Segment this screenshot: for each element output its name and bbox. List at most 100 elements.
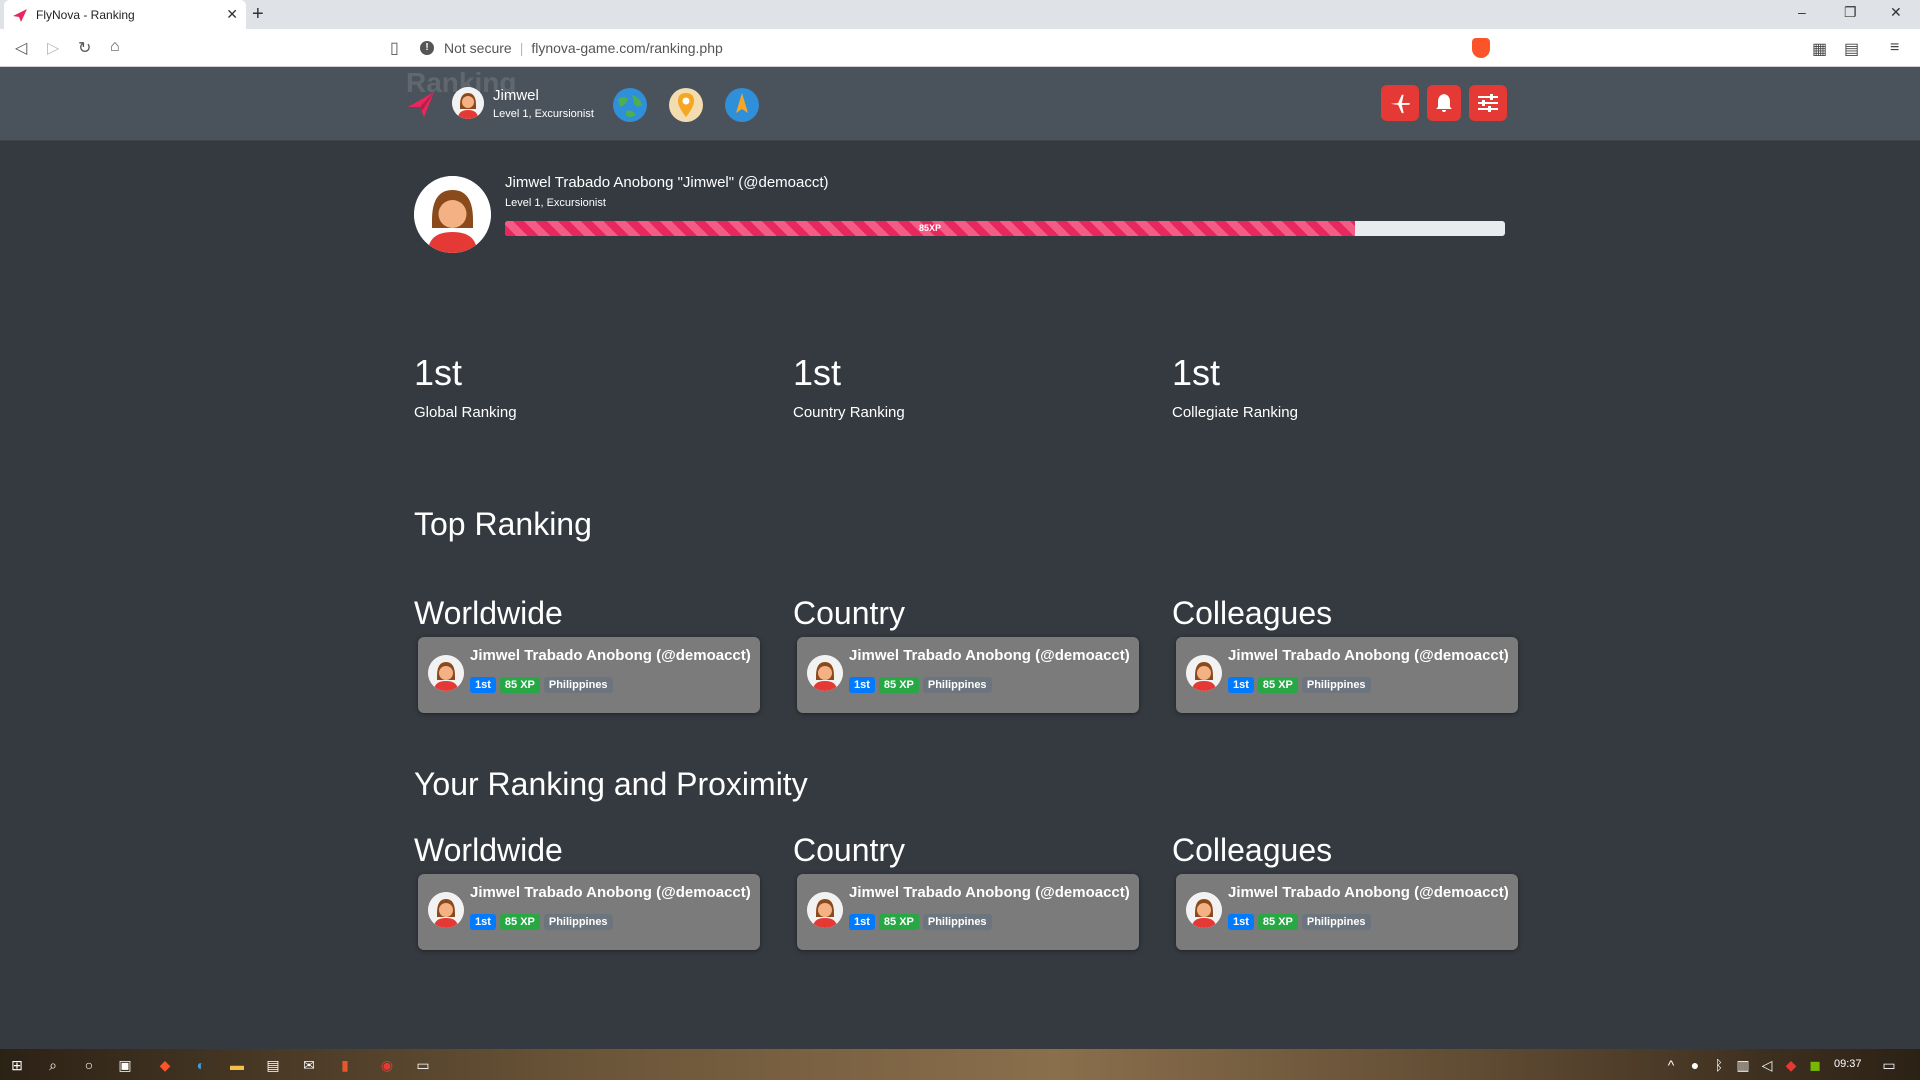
user-avatar-icon (1186, 655, 1222, 691)
ranking-card[interactable]: Jimwel Trabado Anobong (@demoacct) 1st 8… (1176, 874, 1518, 950)
xp-badge: 85 XP (878, 914, 919, 930)
user-avatar-icon (452, 87, 484, 119)
profile-avatar (414, 176, 491, 253)
back-icon[interactable]: ◁ (15, 38, 27, 58)
rank-badge: 1st (849, 677, 875, 693)
bluetooth-icon[interactable]: ᛒ (1710, 1056, 1728, 1074)
search-icon[interactable]: ⌕ (44, 1056, 62, 1074)
xp-badge: 85 XP (1257, 914, 1298, 930)
window-close-button[interactable]: ✕ (1890, 4, 1902, 21)
user-avatar-icon (807, 655, 843, 691)
card-badges: 1st 85 XP Philippines (1228, 914, 1371, 930)
collegiate-ranking-stat: 1st Collegiate Ranking (1172, 352, 1298, 421)
forward-icon[interactable]: ▷ (47, 38, 59, 58)
avatar (1186, 892, 1222, 928)
reload-icon[interactable]: ↻ (78, 38, 91, 58)
mail-icon[interactable]: ✉ (300, 1056, 318, 1074)
divider: | (519, 40, 524, 56)
new-tab-button[interactable]: + (252, 4, 264, 24)
url-text[interactable]: flynova-game.com/ranking.php (531, 40, 722, 56)
top-worldwide-title: Worldwide (414, 595, 563, 631)
browser-tab-bar: FlyNova - Ranking ✕ + – ❐ ✕ (0, 0, 1920, 29)
brave-browser-icon[interactable]: ◆ (156, 1056, 174, 1074)
brave-shield-icon[interactable] (1472, 38, 1490, 58)
avatar (1186, 655, 1222, 691)
xp-badge: 85 XP (499, 914, 540, 930)
bookmark-icon[interactable]: ▯ (390, 38, 399, 58)
qr-code-icon[interactable]: ▦ (1812, 39, 1827, 59)
record-icon[interactable]: ◉ (378, 1056, 396, 1074)
avatar[interactable] (452, 87, 484, 119)
user-avatar-icon (807, 892, 843, 928)
flynova-logo-icon[interactable] (406, 89, 436, 119)
terminal-icon[interactable]: ▭ (414, 1056, 432, 1074)
browser-toolbar: ◁ ▷ ↻ ⌂ ▯ ! Not secure | flynova-game.co… (0, 29, 1920, 67)
country-rank-value: 1st (793, 352, 842, 393)
rank-badge: 1st (470, 677, 496, 693)
security-label: Not secure (444, 40, 512, 56)
app-header: Ranking Jimwel Level 1, Excursionist (0, 67, 1920, 141)
map-pin-icon[interactable] (668, 87, 704, 123)
ranking-card[interactable]: Jimwel Trabado Anobong (@demoacct) 1st 8… (797, 874, 1139, 950)
antivirus-icon[interactable]: ◆ (1782, 1056, 1800, 1074)
tab-close-icon[interactable]: ✕ (226, 6, 238, 23)
card-badges: 1st 85 XP Philippines (849, 914, 992, 930)
volume-icon[interactable]: ◁ (1758, 1056, 1776, 1074)
nvidia-icon[interactable]: ◼ (1806, 1056, 1824, 1074)
restore-button[interactable]: ❐ (1844, 4, 1857, 21)
file-explorer-icon[interactable]: ▬ (228, 1056, 246, 1074)
ranking-card[interactable]: Jimwel Trabado Anobong (@demoacct) 1st 8… (1176, 637, 1518, 713)
xp-badge: 85 XP (878, 677, 919, 693)
notifications-button[interactable] (1427, 85, 1461, 121)
bell-icon (1436, 94, 1452, 112)
rank-badge: 1st (1228, 677, 1254, 693)
header-user-name[interactable]: Jimwel (493, 87, 539, 104)
user-avatar-icon (1186, 892, 1222, 928)
ranking-card[interactable]: Jimwel Trabado Anobong (@demoacct) 1st 8… (797, 637, 1139, 713)
card-badges: 1st 85 XP Philippines (470, 914, 613, 930)
compass-icon[interactable] (724, 87, 760, 123)
microphone-icon[interactable]: ● (1686, 1056, 1704, 1074)
country-badge: Philippines (922, 914, 992, 930)
info-icon[interactable]: ! (420, 41, 434, 55)
settings-button[interactable] (1469, 85, 1507, 121)
card-user-name: Jimwel Trabado Anobong (@demoacct) (1228, 647, 1509, 664)
office-icon[interactable]: ▮ (336, 1056, 354, 1074)
taskbar-clock[interactable]: 09:37 (1834, 1058, 1862, 1070)
cortana-icon[interactable]: ○ (80, 1056, 98, 1074)
flynova-favicon-icon (13, 8, 27, 22)
profile-full-name: Jimwel Trabado Anobong "Jimwel" (@demoac… (505, 174, 829, 191)
card-user-name: Jimwel Trabado Anobong (@demoacct) (1228, 884, 1509, 901)
reader-mode-icon[interactable]: ▤ (1844, 39, 1859, 59)
address-bar[interactable]: ! Not secure | flynova-game.com/ranking.… (420, 34, 1500, 62)
proximity-country-title: Country (793, 832, 906, 868)
collegiate-rank-label: Collegiate Ranking (1172, 404, 1298, 421)
menu-icon[interactable]: ≡ (1890, 39, 1899, 57)
avatar (428, 655, 464, 691)
user-avatar-icon (428, 892, 464, 928)
country-ranking-stat: 1st Country Ranking (793, 352, 905, 421)
notification-center-icon[interactable]: ▭ (1880, 1056, 1898, 1074)
browser-tab[interactable]: FlyNova - Ranking ✕ (4, 0, 246, 29)
home-icon[interactable]: ⌂ (110, 38, 120, 56)
windows-start-icon[interactable]: ⊞ (8, 1056, 26, 1074)
edge-icon[interactable]: ◐ (192, 1056, 210, 1074)
earth-icon[interactable] (612, 87, 648, 123)
top-ranking-title: Top Ranking (414, 506, 592, 542)
avatar (428, 892, 464, 928)
header-user-level: Level 1, Excursionist (493, 108, 594, 120)
minimize-button[interactable]: – (1798, 4, 1806, 20)
plane-button[interactable] (1381, 85, 1419, 121)
ranking-card[interactable]: Jimwel Trabado Anobong (@demoacct) 1st 8… (418, 637, 760, 713)
store-icon[interactable]: ▤ (264, 1056, 282, 1074)
profile-level: Level 1, Excursionist (505, 197, 606, 209)
avatar (807, 655, 843, 691)
settings-sliders-icon (1478, 94, 1498, 112)
task-view-icon[interactable]: ▣ (116, 1056, 134, 1074)
card-badges: 1st 85 XP Philippines (849, 677, 992, 693)
country-badge: Philippines (1301, 677, 1371, 693)
network-icon[interactable]: ▥ (1734, 1056, 1752, 1074)
ranking-card[interactable]: Jimwel Trabado Anobong (@demoacct) 1st 8… (418, 874, 760, 950)
global-ranking-stat: 1st Global Ranking (414, 352, 517, 421)
chevron-up-icon[interactable]: ^ (1662, 1056, 1680, 1074)
